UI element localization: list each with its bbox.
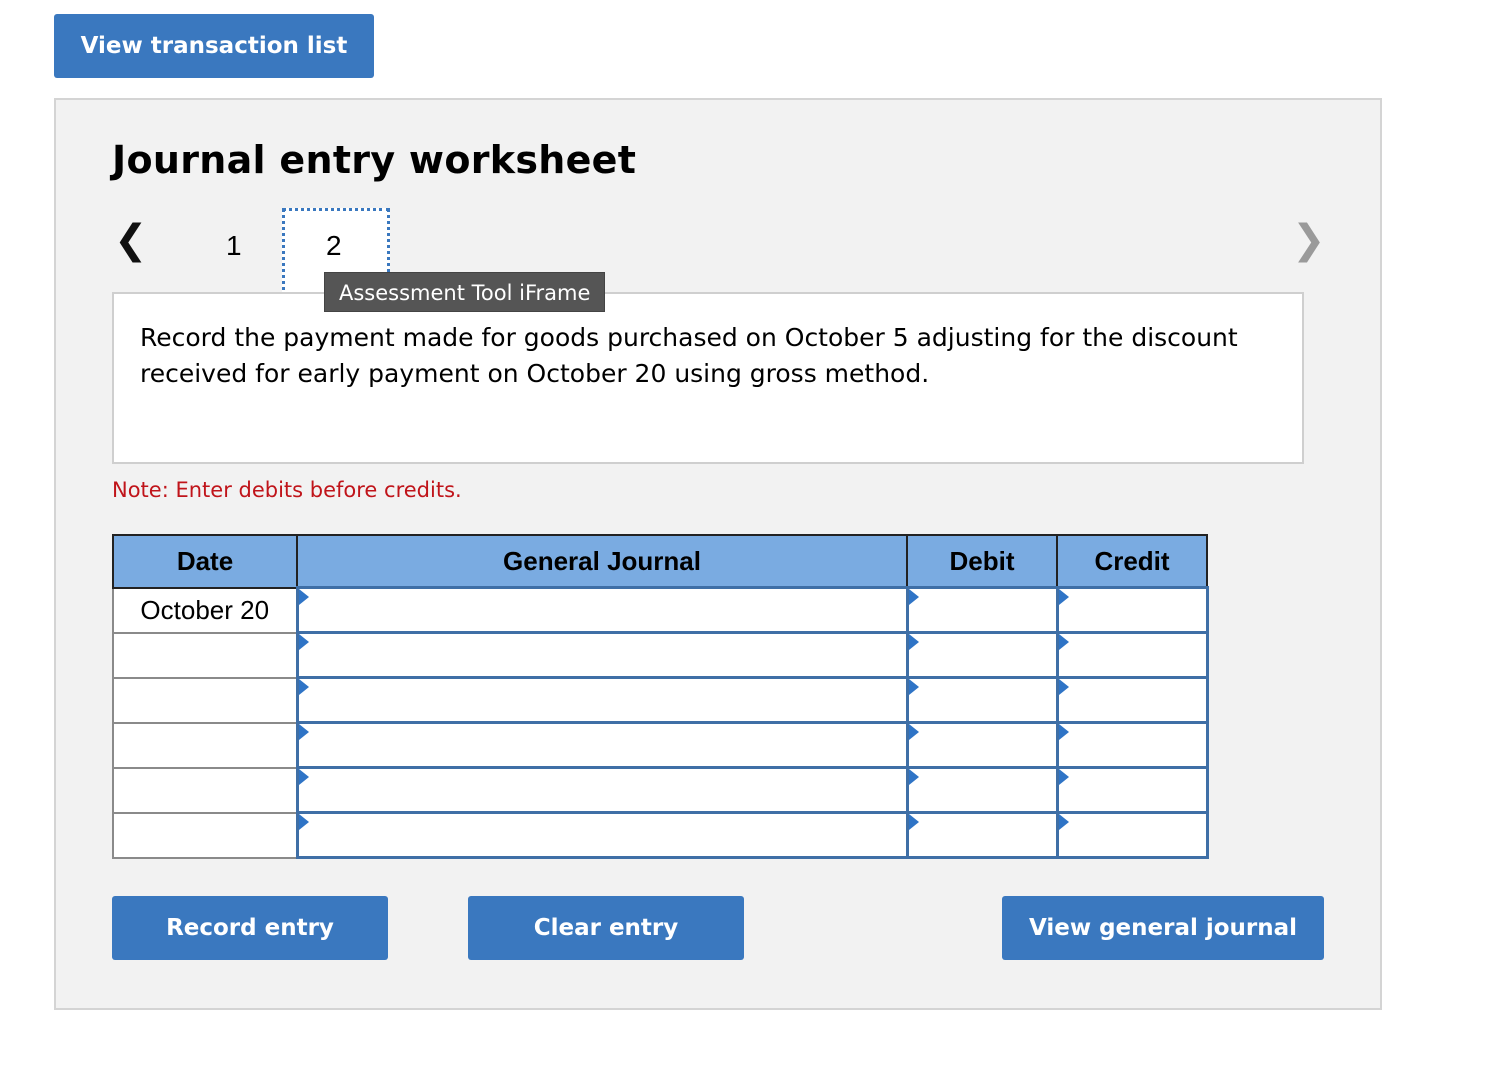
date-cell bbox=[112, 631, 298, 679]
pager-page-1[interactable]: 1 bbox=[226, 230, 242, 262]
account-dropdown[interactable] bbox=[295, 676, 909, 724]
account-dropdown[interactable] bbox=[295, 721, 909, 769]
debit-input[interactable] bbox=[905, 586, 1059, 634]
clear-entry-button[interactable]: Clear entry bbox=[468, 896, 744, 960]
chevron-left-icon[interactable]: ❮ bbox=[114, 220, 148, 260]
record-entry-button[interactable]: Record entry bbox=[112, 896, 388, 960]
date-cell: October 20 bbox=[112, 586, 298, 634]
table-row bbox=[112, 676, 1209, 724]
date-cell bbox=[112, 676, 298, 724]
debit-input[interactable] bbox=[905, 721, 1059, 769]
iframe-tooltip: Assessment Tool iFrame bbox=[324, 272, 606, 312]
date-cell bbox=[112, 766, 298, 814]
table-row bbox=[112, 811, 1209, 859]
debit-input[interactable] bbox=[905, 766, 1059, 814]
credit-input[interactable] bbox=[1055, 766, 1209, 814]
pager-page-2[interactable]: 2 bbox=[326, 230, 342, 262]
header-date: Date bbox=[112, 534, 298, 589]
instruction-text: Record the payment made for goods purcha… bbox=[140, 323, 1238, 388]
header-credit: Credit bbox=[1056, 534, 1208, 589]
account-dropdown[interactable] bbox=[295, 811, 909, 859]
header-general-journal: General Journal bbox=[296, 534, 908, 589]
account-dropdown[interactable] bbox=[295, 586, 909, 634]
table-row bbox=[112, 631, 1209, 679]
debit-input[interactable] bbox=[905, 631, 1059, 679]
chevron-right-icon[interactable]: ❯ bbox=[1292, 220, 1326, 260]
credit-input[interactable] bbox=[1055, 586, 1209, 634]
page-title: Journal entry worksheet bbox=[112, 138, 637, 182]
credit-input[interactable] bbox=[1055, 811, 1209, 859]
date-cell bbox=[112, 721, 298, 769]
credit-input[interactable] bbox=[1055, 631, 1209, 679]
credit-input[interactable] bbox=[1055, 721, 1209, 769]
entry-note: Note: Enter debits before credits. bbox=[112, 478, 462, 502]
table-row bbox=[112, 721, 1209, 769]
table-row: October 20 bbox=[112, 586, 1209, 634]
debit-input[interactable] bbox=[905, 676, 1059, 724]
journal-table: Date General Journal Debit Credit Octobe… bbox=[112, 534, 1209, 859]
debit-input[interactable] bbox=[905, 811, 1059, 859]
view-general-journal-button[interactable]: View general journal bbox=[1002, 896, 1324, 960]
view-transaction-list-button[interactable]: View transaction list bbox=[54, 14, 374, 78]
date-cell bbox=[112, 811, 298, 859]
header-debit: Debit bbox=[906, 534, 1058, 589]
credit-input[interactable] bbox=[1055, 676, 1209, 724]
table-row bbox=[112, 766, 1209, 814]
account-dropdown[interactable] bbox=[295, 631, 909, 679]
account-dropdown[interactable] bbox=[295, 766, 909, 814]
